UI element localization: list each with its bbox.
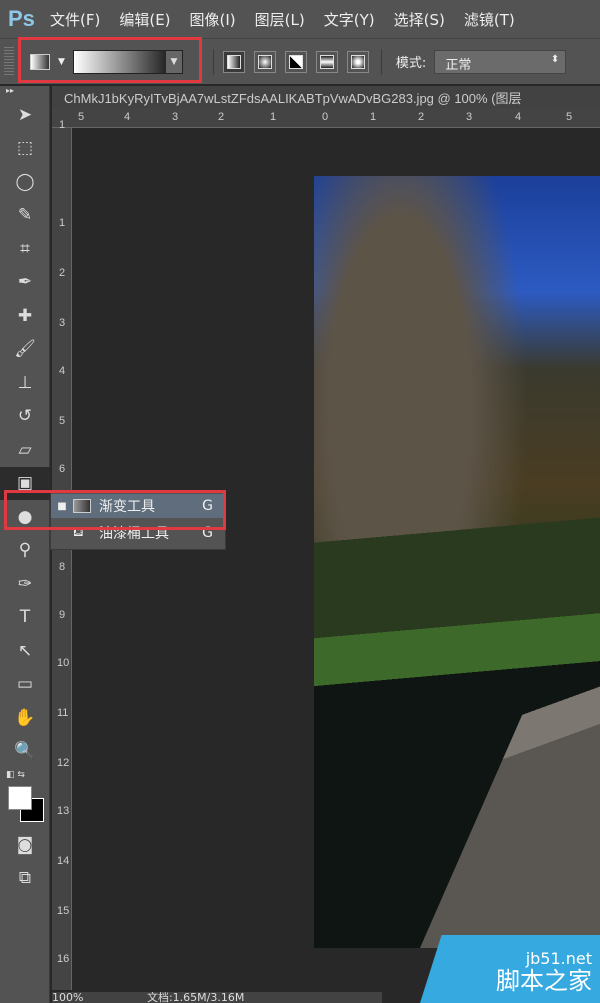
ruler-label: 5	[566, 111, 573, 123]
move-tool-icon[interactable]: ➤	[0, 98, 50, 132]
default-colors-icon[interactable]: ◧ ⇆	[6, 770, 25, 780]
highlight-box	[18, 37, 202, 83]
ruler-label: 10	[57, 657, 70, 669]
ruler-label: 2	[58, 267, 66, 279]
photoshop-logo: Ps	[8, 6, 35, 31]
ruler-label: 3	[58, 317, 66, 329]
ruler-label: 0	[322, 111, 329, 123]
ruler-label: 3	[466, 111, 473, 123]
watermark-url: jb51.net	[525, 949, 592, 968]
watermark: jb51.net 脚本之家	[420, 935, 600, 1003]
ruler-label: 16	[57, 953, 70, 965]
menu-edit[interactable]: 编辑(E)	[119, 9, 170, 30]
zoom-level[interactable]: 100%	[52, 992, 83, 1003]
color-swatches[interactable]: ◧ ⇆	[0, 768, 49, 822]
ruler-label: 9	[58, 609, 66, 621]
menu-image[interactable]: 图像(I)	[190, 9, 236, 30]
history-brush-tool-icon[interactable]: ↺	[0, 400, 50, 434]
type-tool-icon[interactable]: T	[0, 601, 50, 635]
document-tab[interactable]: ChMkJ1bKyRyITvBjAA7wLstZFdsAALIKABTpVwAD…	[52, 86, 600, 108]
status-bar: 100% 文档:1.65M/3.16M	[52, 992, 382, 1003]
mode-value: 正常	[445, 57, 472, 73]
vertical-ruler: 112345678910111213141516	[52, 120, 72, 990]
angle-gradient-button[interactable]	[284, 50, 307, 73]
pen-tool-icon[interactable]: ✑	[0, 567, 50, 601]
hand-tool-icon[interactable]: ✋	[0, 701, 50, 735]
ruler-label: 2	[418, 111, 425, 123]
eraser-tool-icon[interactable]: ▱	[0, 433, 50, 467]
divider	[380, 48, 382, 75]
eyedropper-tool-icon[interactable]: ✒	[0, 266, 50, 300]
grip-handle[interactable]	[4, 46, 14, 77]
foreground-color[interactable]	[8, 786, 32, 810]
lasso-tool-icon[interactable]: ◯	[0, 165, 50, 199]
menu-layer[interactable]: 图层(L)	[255, 9, 305, 30]
path-select-tool-icon[interactable]: ↖	[0, 634, 50, 668]
mode-label: 模式:	[395, 56, 427, 71]
ruler-label: 12	[57, 757, 70, 769]
ruler-label: 3	[172, 111, 179, 123]
divider	[212, 48, 214, 75]
quick-mask-icon[interactable]: ◙	[0, 828, 50, 862]
linear-gradient-button[interactable]	[222, 50, 245, 73]
stamp-tool-icon[interactable]: ⊥	[0, 366, 50, 400]
ruler-label: 4	[124, 111, 131, 123]
mode-select[interactable]: 正常 ⬍	[434, 49, 567, 74]
horizontal-ruler: 5 4 3 2 1 0 1 2 3 4 5	[52, 108, 600, 128]
radial-gradient-button[interactable]	[253, 50, 276, 73]
screen-mode-icon[interactable]: ⧉	[0, 862, 50, 896]
ruler-label: 4	[515, 111, 522, 123]
zoom-tool-icon[interactable]: 🔍	[0, 735, 50, 769]
menu-type[interactable]: 文字(Y)	[324, 9, 375, 30]
dodge-tool-icon[interactable]: ⚲	[0, 534, 50, 568]
ruler-label: 1	[58, 217, 66, 229]
quick-select-tool-icon[interactable]: ✎	[0, 199, 50, 233]
toolbox: ▸▸ ➤ ⬚ ◯ ✎ ⌗ ✒ ✚ 🖌 ⊥ ↺ ▱ ▣ ● ⚲ ✑ T ↖ ▭ ✋ 🔍 ◧ ⇆ ◙ ⧉	[0, 86, 50, 1003]
ruler-label: 6	[58, 463, 66, 475]
document-size[interactable]: 文档:1.65M/3.16M	[147, 992, 244, 1003]
ruler-label: 8	[58, 561, 66, 573]
menu-select[interactable]: 选择(S)	[394, 9, 445, 30]
highlight-box	[4, 490, 226, 530]
ruler-label: 4	[58, 365, 66, 377]
marquee-tool-icon[interactable]: ⬚	[0, 132, 50, 166]
reflected-gradient-button[interactable]	[315, 50, 338, 73]
ruler-label: 5	[58, 415, 66, 427]
ruler-label: 1	[270, 111, 277, 123]
ruler-label: 2	[218, 111, 225, 123]
diamond-gradient-button[interactable]	[346, 50, 369, 73]
rectangle-tool-icon[interactable]: ▭	[0, 668, 50, 702]
healing-tool-icon[interactable]: ✚	[0, 299, 50, 333]
ruler-label: 5	[78, 111, 85, 123]
menu-bar: Ps 文件(F) 编辑(E) 图像(I) 图层(L) 文字(Y) 选择(S) 滤…	[0, 0, 600, 38]
chevron-updown-icon: ⬍	[550, 53, 560, 65]
menu-file[interactable]: 文件(F)	[50, 9, 100, 30]
ruler-label: 14	[57, 855, 70, 867]
crop-tool-icon[interactable]: ⌗	[0, 232, 50, 266]
ruler-label: 1	[58, 119, 66, 131]
collapse-icon[interactable]: ▸▸	[0, 86, 49, 98]
brush-tool-icon[interactable]: 🖌	[0, 333, 50, 367]
ruler-label: 15	[57, 905, 70, 917]
ruler-label: 1	[370, 111, 377, 123]
watermark-name: 脚本之家	[496, 967, 592, 995]
menu-filter[interactable]: 滤镜(T)	[464, 9, 515, 30]
ruler-label: 11	[57, 707, 69, 719]
ruler-label: 13	[57, 805, 70, 817]
